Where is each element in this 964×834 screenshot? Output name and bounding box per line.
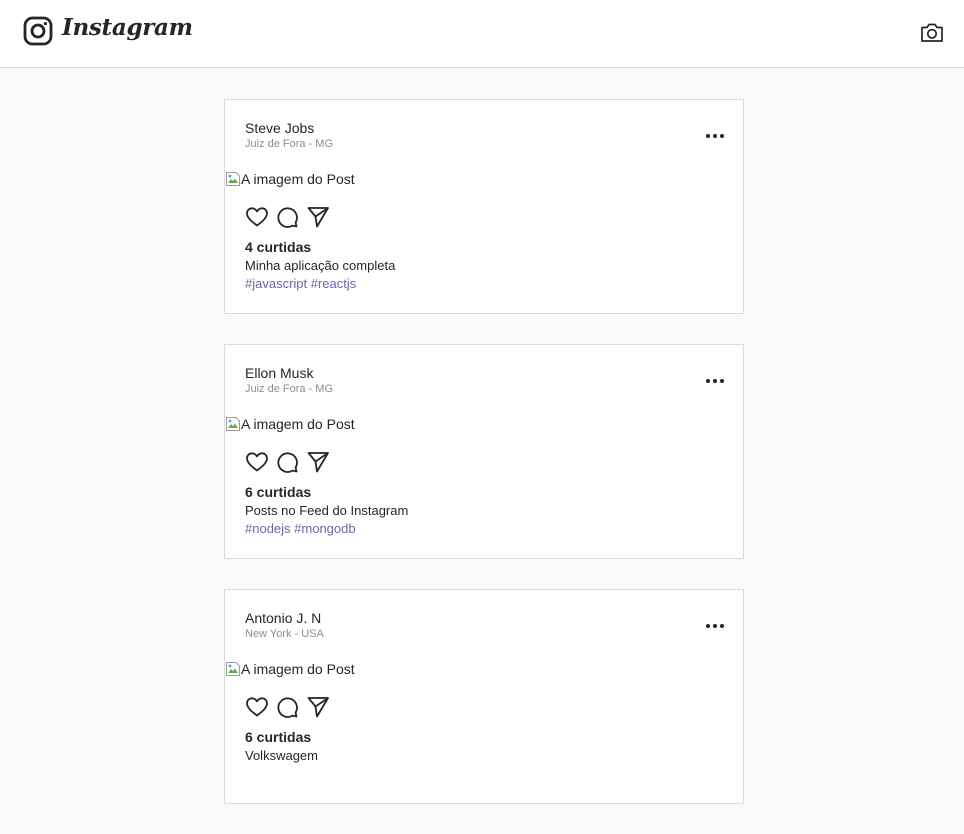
post-image-alt-text: A imagem do Post (241, 416, 355, 432)
more-options-icon[interactable] (703, 375, 727, 387)
post-image-alt-text: A imagem do Post (241, 171, 355, 187)
share-send-icon[interactable] (306, 695, 330, 719)
share-send-icon[interactable] (306, 205, 330, 229)
like-heart-icon[interactable] (245, 450, 269, 474)
post-feed: Steve Jobs Juiz de Fora - MG A imagem do… (224, 99, 744, 834)
more-options-icon[interactable] (703, 130, 727, 142)
post-author[interactable]: Ellon Musk (245, 365, 313, 381)
post-location: New York - USA (245, 628, 324, 640)
share-send-icon[interactable] (306, 450, 330, 474)
like-heart-icon[interactable] (245, 695, 269, 719)
post-image-alt-text: A imagem do Post (241, 661, 355, 677)
more-options-icon[interactable] (703, 620, 727, 632)
post-description: Posts no Feed do Instagram (245, 503, 409, 518)
post-image: A imagem do Post (225, 660, 355, 678)
post-card: Ellon Musk Juiz de Fora - MG A imagem do… (224, 344, 744, 559)
post-image: A imagem do Post (225, 170, 355, 188)
post-hashtags[interactable]: #javascript #reactjs (245, 276, 356, 291)
comment-icon[interactable] (275, 695, 299, 719)
post-location: Juiz de Fora - MG (245, 383, 334, 395)
post-description: Minha aplicação completa (245, 258, 396, 273)
comment-icon[interactable] (275, 450, 299, 474)
instagram-icon[interactable] (23, 16, 53, 46)
likes-count[interactable]: 6 curtidas (245, 484, 311, 500)
comment-icon[interactable] (275, 205, 299, 229)
likes-count[interactable]: 4 curtidas (245, 239, 311, 255)
broken-image-icon (226, 172, 240, 186)
post-card: Steve Jobs Juiz de Fora - MG A imagem do… (224, 99, 744, 314)
post-image: A imagem do Post (225, 415, 355, 433)
camera-icon[interactable] (920, 21, 944, 43)
broken-image-icon (226, 417, 240, 431)
post-hashtags[interactable]: #nodejs #mongodb (245, 521, 356, 536)
top-header: Instagram (0, 0, 964, 68)
post-author[interactable]: Steve Jobs (245, 120, 314, 136)
like-heart-icon[interactable] (245, 205, 269, 229)
broken-image-icon (226, 662, 240, 676)
likes-count[interactable]: 6 curtidas (245, 729, 311, 745)
post-author[interactable]: Antonio J. N (245, 610, 321, 626)
post-card: Antonio J. N New York - USA A imagem do … (224, 589, 744, 804)
post-location: Juiz de Fora - MG (245, 138, 334, 150)
instagram-logo-text[interactable]: Instagram (62, 14, 193, 41)
post-description: Volkswagem (245, 748, 318, 763)
